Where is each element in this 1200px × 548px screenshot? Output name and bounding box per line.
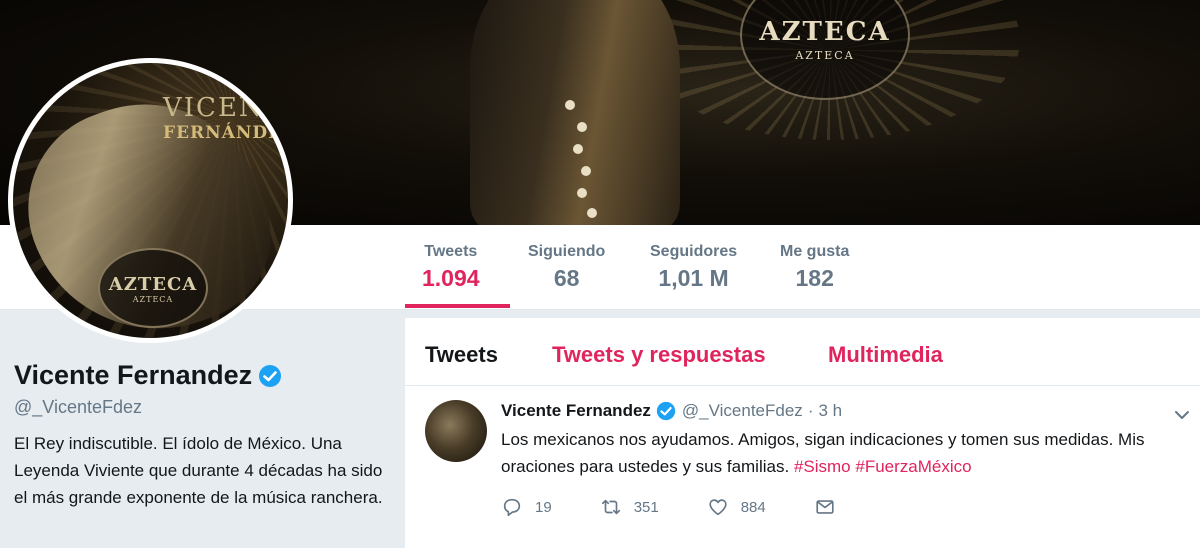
hashtag-fuerza-mexico[interactable]: #FuerzaMéxico (855, 457, 971, 476)
stat-following-value: 68 (553, 265, 580, 291)
retweet-icon (601, 499, 620, 515)
banner-charro-buttons (565, 90, 605, 220)
stat-following[interactable]: Siguiendo 68 (528, 243, 605, 292)
heart-icon (709, 499, 727, 516)
profile-bio: El Rey indiscutible. El ídolo de México.… (14, 434, 383, 507)
profile-name[interactable]: Vicente Fernandez (14, 360, 252, 391)
hashtag-sismo[interactable]: #Sismo (794, 457, 851, 476)
reply-count: 19 (535, 498, 552, 516)
profile-page: AZTECA AZTECA Tweets 1.094 Siguiendo 68 … (0, 0, 1200, 548)
stat-followers-label: Seguidores (650, 243, 738, 260)
tweet-author-name[interactable]: Vicente Fernandez (501, 401, 651, 421)
envelope-icon (816, 500, 834, 514)
stat-tweets-label: Tweets (424, 243, 478, 260)
like-count: 884 (740, 498, 766, 516)
timeline-tabs: Tweets Tweets y respuestas Multimedia (405, 318, 1200, 386)
stat-followers[interactable]: Seguidores 1,01 M (650, 243, 737, 292)
tab-tweets-and-replies[interactable]: Tweets y respuestas (552, 342, 766, 368)
avatar-name-line2: FERNÁNDEZ (163, 123, 293, 143)
verified-badge-icon (259, 364, 282, 387)
tweet-separator: · (807, 401, 814, 420)
tab-media[interactable]: Multimedia (828, 342, 943, 368)
stat-likes[interactable]: Me gusta 182 (780, 243, 849, 292)
tweet-item[interactable]: Vicente Fernandez @_VicenteFdez · 3 h Lo… (405, 386, 1200, 548)
profile-handle[interactable]: @_VicenteFdez (14, 397, 400, 418)
active-stat-underline (405, 304, 510, 308)
profile-info: Vicente Fernandez @_VicenteFdez El Rey i… (0, 345, 400, 548)
chevron-down-icon[interactable] (1173, 406, 1191, 424)
tweet-text: Los mexicanos nos ayudamos. Amigos, siga… (501, 426, 1161, 480)
tweet-author-handle[interactable]: @_VicenteFdez (682, 401, 803, 421)
avatar-logo-subtitle: AZTECA (132, 295, 174, 304)
profile-avatar[interactable]: VICENTE FERNÁNDEZ AZTECA AZTECA (8, 58, 293, 343)
tweet-avatar[interactable] (425, 400, 487, 462)
retweet-button[interactable]: 351 (600, 496, 659, 518)
like-button[interactable]: 884 (707, 496, 766, 518)
stat-followers-value: 1,01 M (658, 265, 729, 291)
stat-following-label: Siguiendo (528, 243, 606, 260)
direct-message-button[interactable] (814, 496, 836, 518)
retweet-count: 351 (633, 498, 659, 516)
avatar-azteca-logo: AZTECA AZTECA (98, 248, 208, 328)
stat-tweets[interactable]: Tweets 1.094 (422, 243, 480, 292)
tab-tweets[interactable]: Tweets (425, 342, 498, 368)
tweet-timestamp[interactable]: 3 h (818, 401, 842, 421)
stat-likes-value: 182 (795, 265, 834, 291)
banner-logo-subtitle: AZTECA (795, 49, 855, 62)
verified-badge-icon (656, 401, 676, 421)
stat-tweets-value: 1.094 (422, 265, 480, 291)
avatar-name-line1: VICENTE (163, 93, 293, 123)
tweet-actions: 19 351 884 (501, 496, 884, 518)
reply-icon (503, 498, 521, 517)
stat-likes-label: Me gusta (780, 243, 850, 260)
reply-button[interactable]: 19 (501, 496, 552, 518)
tweet-header: Vicente Fernandez @_VicenteFdez · 3 h (501, 401, 842, 421)
banner-logo-title: AZTECA (759, 17, 891, 47)
profile-name-row: Vicente Fernandez (14, 360, 400, 391)
avatar-logo-title: AZTECA (108, 274, 198, 295)
